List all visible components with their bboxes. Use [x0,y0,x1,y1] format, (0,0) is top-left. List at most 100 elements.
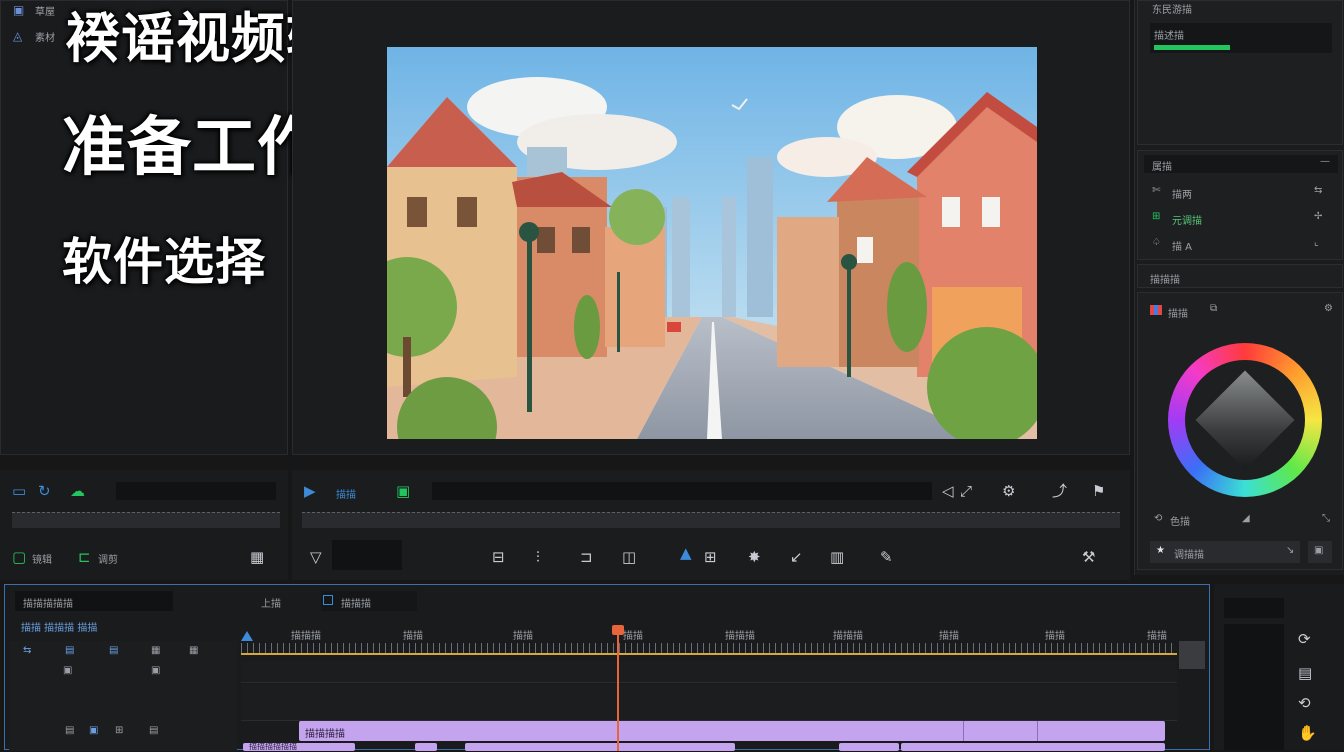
reset-icon[interactable]: ◢ [1242,513,1250,524]
razor-icon[interactable]: ▤ [1298,664,1312,682]
track-fx-icon[interactable]: ⊞ [115,725,123,736]
tool-slot [1224,598,1284,618]
eyedropper-icon[interactable]: ⟲ [1154,513,1162,524]
time-label: 描描 [1147,631,1167,642]
inspector-panel: 东民游描 描述描 属描 — ✄ 描两 ⇆ ⊞ 元调描 ✢ ♤ 描 A ⌞ 描描描 [1134,0,1344,575]
step-back-icon[interactable]: ⫶ [536,548,540,566]
playhead-handle[interactable] [612,625,624,635]
clip-label: 描描描描描描 [249,742,297,751]
program-viewer [292,0,1130,455]
sequence-name-tab[interactable]: 描描描描描 [15,591,173,611]
refresh-icon[interactable]: ↻ [38,482,51,500]
audio-meter-label: 描述描 [1154,31,1184,42]
scissors-icon: ✄ [1152,185,1161,196]
program-monitor-controls: ▶ 描描 ▣ ◁ ⤢ ⚙ ⤴ ⚑ ▽ ⊟ ⫶ ⊐ ◫ ▲ ⊞ ✸ ↙ ▥ ✎ ⚒ [292,470,1130,580]
copy-icon[interactable]: ⧉ [1210,303,1217,314]
property-label: 描 A [1172,242,1193,253]
ripple-icon[interactable]: ⟳ [1298,630,1311,648]
source-timecode-field[interactable] [116,482,276,500]
insert-icon[interactable]: ↙ [790,548,803,566]
collapse-icon[interactable]: — [1320,156,1330,167]
star-icon: ★ [1156,545,1165,556]
hue-diamond [1195,370,1295,470]
cloud-icon[interactable]: ☁ [70,482,85,500]
project-item-label: 草屋 [35,7,55,18]
camera-icon[interactable]: ▶ [304,482,316,500]
clip-icon[interactable]: ▢ [12,548,26,566]
settings-icon[interactable]: ⚙ [1324,303,1333,314]
effects-title: 描描描 [1150,275,1180,286]
marker-icon[interactable]: ▽ [310,548,322,566]
corner-icon: ⌞ [1314,237,1319,248]
overwrite-icon[interactable]: ▥ [830,548,844,566]
toolbar-left-label[interactable]: 上描 [261,595,281,610]
monitor-icon[interactable]: ▭ [12,482,26,500]
stop-icon[interactable]: ◫ [622,548,636,566]
time-label: 描描 [403,631,423,642]
street-scene-image [387,47,1037,439]
in-point-icon[interactable]: ⊟ [492,548,505,566]
playhead[interactable] [612,625,624,751]
track-target-icon[interactable]: ▣ [63,665,72,676]
track-solo-icon[interactable]: ▦ [189,645,198,656]
trim-icon[interactable]: ⊏ [78,548,91,566]
sequence-name: 描描描描描 [23,599,73,610]
track-eye-icon[interactable]: ▤ [65,645,74,656]
expand-icon[interactable]: ⤡ [1322,513,1330,524]
property-row[interactable]: ✄ 描两 ⇆ [1144,183,1338,201]
hand-icon[interactable]: ✋ [1298,724,1317,742]
program-timecode-field[interactable] [432,482,932,500]
preset-apply-button[interactable]: ▣ [1308,541,1332,563]
track-audio-icon[interactable]: ▣ [89,725,98,736]
program-scrubber[interactable] [302,512,1120,528]
toolbar-right-item[interactable]: 描描描 [321,591,417,611]
pin-icon: ✢ [1314,211,1323,222]
volume-icon[interactable]: ◁ [942,482,954,500]
source-scrubber[interactable] [12,512,280,528]
out-point-icon[interactable]: ✸ [748,548,761,566]
program-label: 描描 [336,490,356,501]
save-icon[interactable]: ▣ [396,482,410,500]
fullscreen-icon[interactable]: ⤢ [960,482,972,500]
property-row[interactable]: ♤ 描 A ⌞ [1144,235,1338,253]
apply-icon: ▣ [1314,545,1324,556]
video-frame[interactable] [387,47,1037,439]
overlay-caption: 软件选择 [62,233,266,291]
time-ruler[interactable]: 描描描 描描 描描 描描 描描描 描描描 描描 描描 描描 [241,623,1177,657]
tool-a-label: 镜辑 [32,555,52,566]
color-wheel-inner [1185,360,1305,480]
track-lane [241,661,1177,683]
time-labels: 描描描 描描 描描 描描 描描描 描描描 描描 描描 描描 [241,627,1177,642]
ruler-scroll-handle[interactable] [1179,641,1205,669]
rgb-icon [1150,305,1162,315]
track-lane [241,685,1177,721]
play-reverse-icon[interactable]: ⊐ [580,548,593,566]
slip-icon[interactable]: ⟲ [1298,694,1311,712]
track-sync-icon[interactable]: ▤ [109,645,118,656]
edit-icon[interactable]: ✎ [880,548,893,566]
flag-icon[interactable]: ⚑ [1092,482,1105,500]
in-out-field[interactable] [332,540,402,570]
text-icon: ♤ [1152,237,1161,248]
track-video-icon[interactable]: ▤ [65,725,74,736]
color-footer-label: 色描 [1170,517,1190,528]
wrench-icon[interactable]: ⚒ [1082,548,1095,566]
track-record-icon[interactable]: ▣ [151,665,160,676]
settings-icon[interactable]: ⚙ [1002,482,1015,500]
time-label: 描描 [623,631,643,642]
video-clip[interactable]: 描描描描 [299,721,1165,741]
preset-dropdown[interactable]: ★ 调描描 ↘ [1150,541,1300,563]
track-mute-icon[interactable]: ▦ [151,645,160,656]
property-row[interactable]: ⊞ 元调描 ✢ [1144,209,1338,227]
export-icon[interactable]: ⤴ [1052,482,1067,500]
source-tool-row: ▢ 镜辑 ⊏ 调剪 ▦ [0,538,288,578]
tool-b-label: 调剪 [98,555,118,566]
step-forward-icon[interactable]: ⊞ [704,548,717,566]
time-label: 描描 [939,631,959,642]
track-lock-icon[interactable]: ⇆ [23,645,31,656]
color-wheel[interactable] [1168,343,1322,497]
properties-header[interactable]: 属描 — [1144,155,1338,173]
play-icon[interactable]: ▲ [680,544,692,562]
track-more-icon[interactable]: ▤ [149,725,158,736]
grid-icon[interactable]: ▦ [250,548,264,566]
